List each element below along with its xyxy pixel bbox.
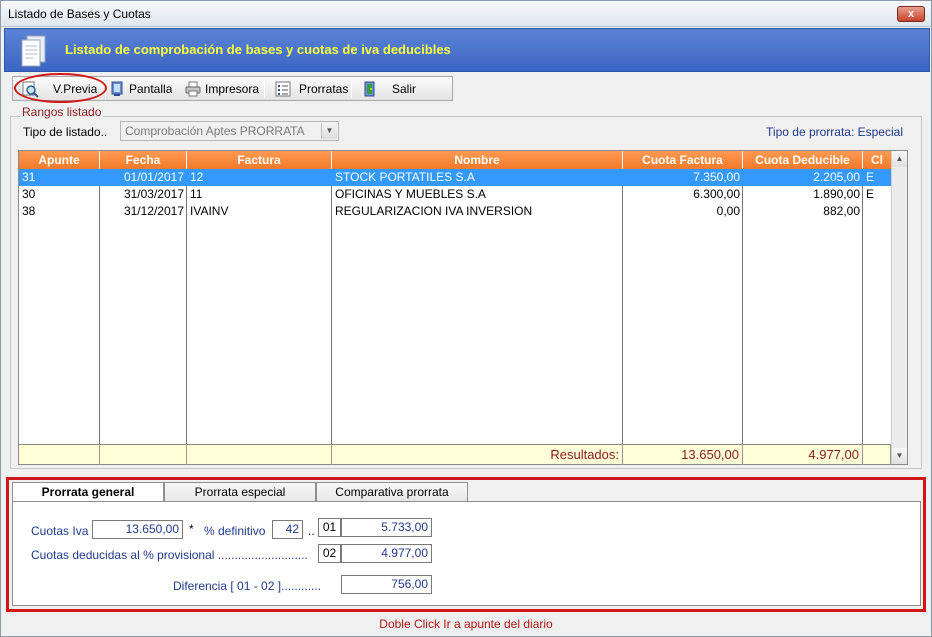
- prorratas-button[interactable]: Prorratas: [275, 78, 348, 100]
- impresora-label: Impresora: [205, 82, 260, 96]
- salir-label: Salir: [392, 82, 417, 96]
- main-window: Listado de Bases y Cuotas x Listado de c…: [0, 0, 932, 637]
- diferencia-label: Diferencia [ 01 - 02 ]............: [173, 579, 322, 593]
- screen-icon: [111, 81, 123, 96]
- grid-totals-row: Resultados: 13.650,00 4.977,00: [19, 444, 891, 465]
- cell-cuota-deducible: 882,00: [823, 204, 860, 218]
- vertical-scrollbar[interactable]: ▲ ▼: [891, 151, 907, 464]
- column-header-cuota-deducible[interactable]: Cuota Deducible: [743, 151, 863, 169]
- multiply-sign: *: [189, 522, 194, 536]
- prorrata-type-label: Tipo de prorrata: Especial: [766, 125, 903, 139]
- cell-cuota-deducible: 2.205,00: [813, 170, 860, 184]
- chevron-down-icon[interactable]: ▼: [321, 123, 337, 139]
- cell-apunte: 31: [22, 170, 36, 184]
- printer-icon: [185, 81, 201, 97]
- exit-door-icon: [364, 81, 375, 97]
- column-header-cl[interactable]: Cl: [863, 151, 892, 169]
- tab-panel-prorrata-general: Cuotas Iva 13.650,00 * % definitivo 42 .…: [12, 501, 921, 606]
- banner-heading: Listado de comprobación de bases y cuota…: [65, 42, 451, 57]
- grid-header: Apunte Fecha Factura Nombre Cuota Factur…: [19, 151, 892, 169]
- result-02-field[interactable]: 4.977,00: [341, 544, 432, 563]
- cell-nombre: REGULARIZACION IVA INVERSION: [335, 204, 533, 218]
- tipo-listado-select[interactable]: Comprobación Aptes PRORRATA ▼: [120, 121, 339, 141]
- footer-cell: [19, 445, 100, 465]
- cell-cl: E: [866, 170, 875, 184]
- footer-cell: [100, 445, 187, 465]
- window-title: Listado de Bases y Cuotas: [8, 7, 151, 21]
- cell-cuota-factura: 0,00: [716, 204, 740, 218]
- list-icon: [275, 81, 291, 97]
- cell-factura: 11: [190, 187, 203, 201]
- column-header-fecha[interactable]: Fecha: [100, 151, 187, 169]
- cell-nombre: STOCK PORTATILES S.A: [335, 170, 475, 184]
- rangos-legend: Rangos listado: [20, 105, 104, 119]
- cell-factura: IVAINV: [190, 204, 229, 218]
- code-01: 01: [318, 518, 341, 537]
- diferencia-field[interactable]: 756,00: [341, 575, 432, 594]
- dots: ..: [308, 524, 315, 538]
- column-header-factura[interactable]: Factura: [187, 151, 332, 169]
- toolbar-separator: [264, 80, 265, 98]
- cell-cuota-factura: 6.300,00: [693, 187, 740, 201]
- cell-cl: [863, 203, 891, 220]
- tipo-listado-value: Comprobación Aptes PRORRATA: [125, 124, 305, 138]
- toolbar-separator: [351, 80, 352, 98]
- cuotas-iva-label: Cuotas Iva: [31, 524, 89, 538]
- cell-factura: 12: [190, 170, 204, 184]
- table-row[interactable]: 38 31/12/2017 IVAINV REGULARIZACION IVA …: [19, 203, 891, 220]
- cell-fecha: 01/01/2017: [123, 170, 184, 184]
- tipo-listado-label: Tipo de listado..: [23, 125, 108, 139]
- status-bar-hint: Doble Click Ir a apunte del diario: [379, 617, 553, 631]
- table-row[interactable]: 31 01/01/2017 12 STOCK PORTATILES S.A 7.…: [19, 169, 891, 186]
- definitivo-percent-field[interactable]: 42: [272, 520, 303, 539]
- cuotas-iva-field[interactable]: 13.650,00: [92, 520, 183, 539]
- cell-cuota-factura: 7.350,00: [693, 170, 740, 184]
- tab-comparativa-prorrata[interactable]: Comparativa prorrata: [316, 482, 468, 502]
- pantalla-label: Pantalla: [129, 82, 173, 96]
- cell-fecha: 31/03/2017: [123, 187, 184, 201]
- cell-cuota-deducible: 1.890,00: [813, 187, 860, 201]
- scroll-down-icon[interactable]: ▼: [892, 448, 907, 464]
- cell-apunte: 38: [22, 204, 36, 218]
- salir-button[interactable]: Salir: [362, 78, 416, 100]
- cuotas-deducidas-label: Cuotas deducidas al % provisional ......…: [31, 548, 308, 562]
- column-header-apunte[interactable]: Apunte: [19, 151, 100, 169]
- title-bar[interactable]: Listado de Bases y Cuotas x: [1, 1, 931, 27]
- column-header-cuota-factura[interactable]: Cuota Factura: [623, 151, 743, 169]
- scroll-up-icon[interactable]: ▲: [892, 151, 907, 167]
- code-02: 02: [318, 544, 341, 563]
- cell-apunte: 30: [22, 187, 36, 201]
- header-banner: Listado de comprobación de bases y cuota…: [4, 28, 930, 72]
- table-row[interactable]: 30 31/03/2017 11 OFICINAS Y MUEBLES S.A …: [19, 186, 891, 203]
- resultados-label: Resultados:: [332, 445, 623, 465]
- cell-fecha: 31/12/2017: [123, 204, 184, 218]
- total-cuota-deducible: 4.977,00: [743, 445, 863, 465]
- cell-cl: E: [866, 187, 875, 201]
- pantalla-button[interactable]: Pantalla: [109, 78, 172, 100]
- cell-nombre: OFICINAS Y MUEBLES S.A: [335, 187, 486, 201]
- footer-cell: [187, 445, 332, 465]
- column-header-nombre[interactable]: Nombre: [332, 151, 623, 169]
- impresora-button[interactable]: Impresora: [185, 78, 259, 100]
- prorratas-label: Prorratas: [299, 82, 349, 96]
- tab-prorrata-general[interactable]: Prorrata general: [12, 482, 164, 503]
- definitivo-label: % definitivo: [204, 524, 266, 538]
- close-button[interactable]: x: [897, 6, 925, 22]
- tab-prorrata-especial[interactable]: Prorrata especial: [164, 482, 316, 502]
- result-01-field[interactable]: 5.733,00: [341, 518, 432, 537]
- footer-cell: [863, 445, 891, 465]
- documents-icon: [21, 35, 46, 67]
- results-grid[interactable]: Apunte Fecha Factura Nombre Cuota Factur…: [18, 150, 908, 465]
- total-cuota-factura: 13.650,00: [623, 445, 743, 465]
- highlight-circle: [14, 73, 107, 103]
